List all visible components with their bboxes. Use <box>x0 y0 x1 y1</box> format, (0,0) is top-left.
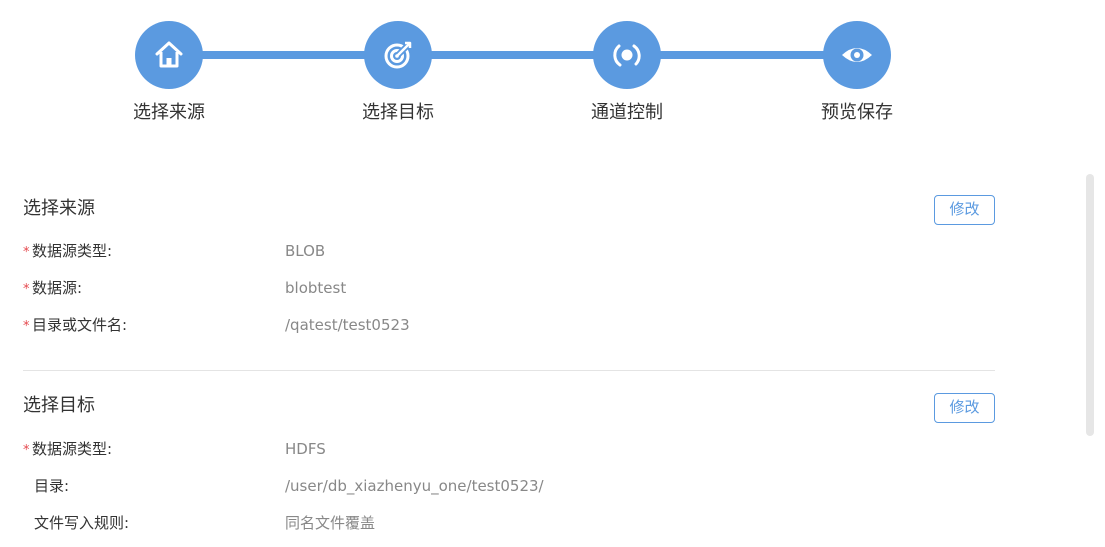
target-icon <box>384 41 412 69</box>
step-select-source[interactable]: 选择来源 <box>99 21 239 125</box>
vertical-scrollbar[interactable] <box>1086 174 1094 436</box>
field-value: blobtest <box>285 279 347 297</box>
step-circle <box>823 21 891 89</box>
step-label: 预览保存 <box>821 102 893 123</box>
field-value: /qatest/test0523 <box>285 316 410 334</box>
step-preview-save[interactable]: 预览保存 <box>787 21 927 125</box>
field-value: HDFS <box>285 440 326 458</box>
required-mark: * <box>23 282 30 297</box>
edit-target-button[interactable]: 修改 <box>934 393 995 423</box>
step-circle <box>593 21 661 89</box>
step-select-target[interactable]: 选择目标 <box>328 21 468 125</box>
field-row: * 数据源类型: BLOB <box>23 240 995 262</box>
field-label: * 数据源类型: <box>23 438 112 462</box>
field-value: /user/db_xiazhenyu_one/test0523/ <box>285 477 544 495</box>
required-mark: * <box>23 319 30 334</box>
step-label: 选择目标 <box>362 102 434 123</box>
step-circle <box>135 21 203 89</box>
required-mark: * <box>23 245 30 260</box>
field-row: * 数据源: blobtest <box>23 277 995 299</box>
field-row: 文件写入规则: 同名文件覆盖 <box>23 512 995 534</box>
field-label: * 目录或文件名: <box>23 314 127 338</box>
channel-icon <box>613 44 641 67</box>
section-title-target: 选择目标 <box>23 395 95 416</box>
field-label: * 数据源: <box>23 277 82 301</box>
step-progress: 选择来源 选择目标 通道控制 预览保存 <box>0 0 1105 140</box>
step-circle <box>364 21 432 89</box>
home-icon <box>155 41 183 68</box>
section-title-source: 选择来源 <box>23 198 95 219</box>
field-label: 文件写入规则: <box>34 514 130 532</box>
section-divider <box>23 370 995 371</box>
step-label: 选择来源 <box>133 102 205 123</box>
field-row: * 目录或文件名: /qatest/test0523 <box>23 314 995 336</box>
field-value: 同名文件覆盖 <box>285 514 376 532</box>
step-channel-control[interactable]: 通道控制 <box>557 21 697 125</box>
step-label: 通道控制 <box>591 102 663 123</box>
field-row: 目录: /user/db_xiazhenyu_one/test0523/ <box>23 475 995 497</box>
required-mark: * <box>23 443 30 458</box>
field-label: 目录: <box>34 477 70 495</box>
eye-icon <box>842 48 872 62</box>
field-value: BLOB <box>285 242 326 260</box>
step-connector-line <box>169 51 857 59</box>
field-row: * 数据源类型: HDFS <box>23 438 995 460</box>
field-label: * 数据源类型: <box>23 240 112 264</box>
edit-source-button[interactable]: 修改 <box>934 195 995 225</box>
